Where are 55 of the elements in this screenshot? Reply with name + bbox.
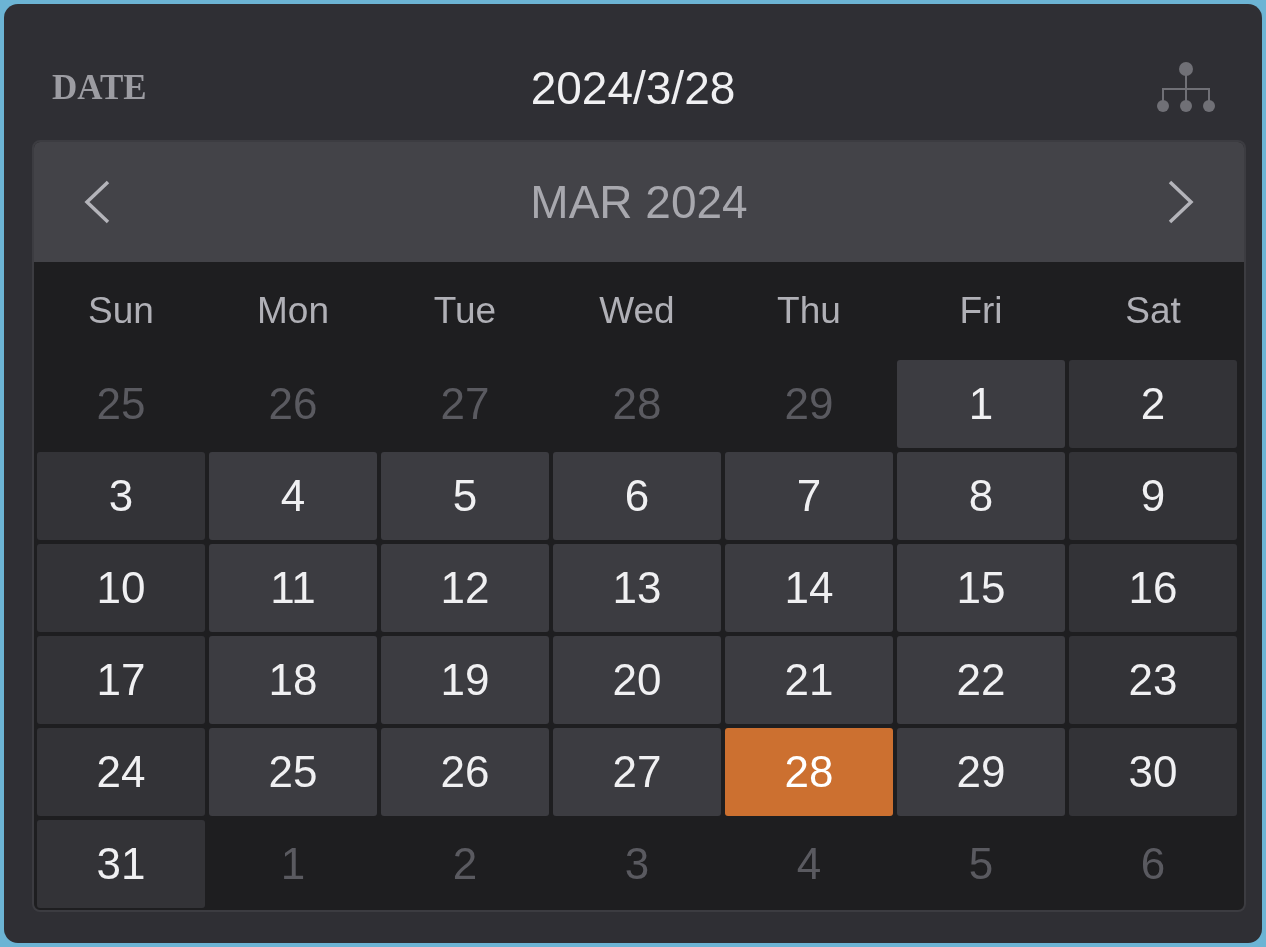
day-cell[interactable]: 27 [553, 728, 721, 816]
field-label: DATE [52, 67, 147, 107]
weekday-label: Thu [777, 289, 841, 334]
day-cell[interactable]: 9 [1069, 452, 1237, 540]
month-title: MAR 2024 [530, 174, 748, 230]
day-cell[interactable]: 25 [209, 728, 377, 816]
day-cell[interactable]: 22 [897, 636, 1065, 724]
day-cell[interactable]: 17 [37, 636, 205, 724]
day-cell[interactable]: 12 [381, 544, 549, 632]
day-cell[interactable]: 26 [381, 728, 549, 816]
outside-day: 6 [1069, 820, 1237, 908]
outside-day: 4 [725, 820, 893, 908]
weekday-label: Sat [1125, 289, 1181, 334]
day-cell[interactable]: 18 [209, 636, 377, 724]
outside-day: 2 [381, 820, 549, 908]
day-cell[interactable]: 23 [1069, 636, 1237, 724]
day-cell[interactable]: 2 [1069, 360, 1237, 448]
outside-day: 26 [209, 360, 377, 448]
day-cell[interactable]: 3 [37, 452, 205, 540]
previous-month-button[interactable] [82, 179, 112, 225]
outside-day: 28 [553, 360, 721, 448]
day-cell[interactable]: 7 [725, 452, 893, 540]
hierarchy-icon[interactable] [1156, 61, 1216, 115]
day-cell[interactable]: 19 [381, 636, 549, 724]
outside-day: 5 [897, 820, 1065, 908]
day-cell[interactable]: 4 [209, 452, 377, 540]
day-cell[interactable]: 16 [1069, 544, 1237, 632]
day-cell[interactable]: 15 [897, 544, 1065, 632]
outside-day: 27 [381, 360, 549, 448]
weekday-label: Sun [88, 289, 154, 334]
day-cell[interactable]: 6 [553, 452, 721, 540]
outside-day: 1 [209, 820, 377, 908]
day-cell[interactable]: 21 [725, 636, 893, 724]
day-cell[interactable]: 5 [381, 452, 549, 540]
day-cell[interactable]: 8 [897, 452, 1065, 540]
weekday-label: Mon [257, 289, 329, 334]
day-cell[interactable]: 28 [725, 728, 893, 816]
weekday-label: Wed [599, 289, 675, 334]
day-cell[interactable]: 24 [37, 728, 205, 816]
day-cell[interactable]: 11 [209, 544, 377, 632]
weekday-label: Tue [433, 289, 497, 334]
day-cell[interactable]: 30 [1069, 728, 1237, 816]
outside-day: 3 [553, 820, 721, 908]
day-cell[interactable]: 20 [553, 636, 721, 724]
day-cell[interactable]: 31 [37, 820, 205, 908]
outside-day: 25 [37, 360, 205, 448]
day-cell[interactable]: 10 [37, 544, 205, 632]
next-month-button[interactable] [1166, 179, 1196, 225]
date-value: 2024/3/28 [530, 60, 736, 116]
day-cell[interactable]: 13 [553, 544, 721, 632]
outside-day: 29 [725, 360, 893, 448]
day-cell[interactable]: 29 [897, 728, 1065, 816]
day-cell[interactable]: 14 [725, 544, 893, 632]
day-cell[interactable]: 1 [897, 360, 1065, 448]
weekday-label: Fri [959, 289, 1003, 334]
